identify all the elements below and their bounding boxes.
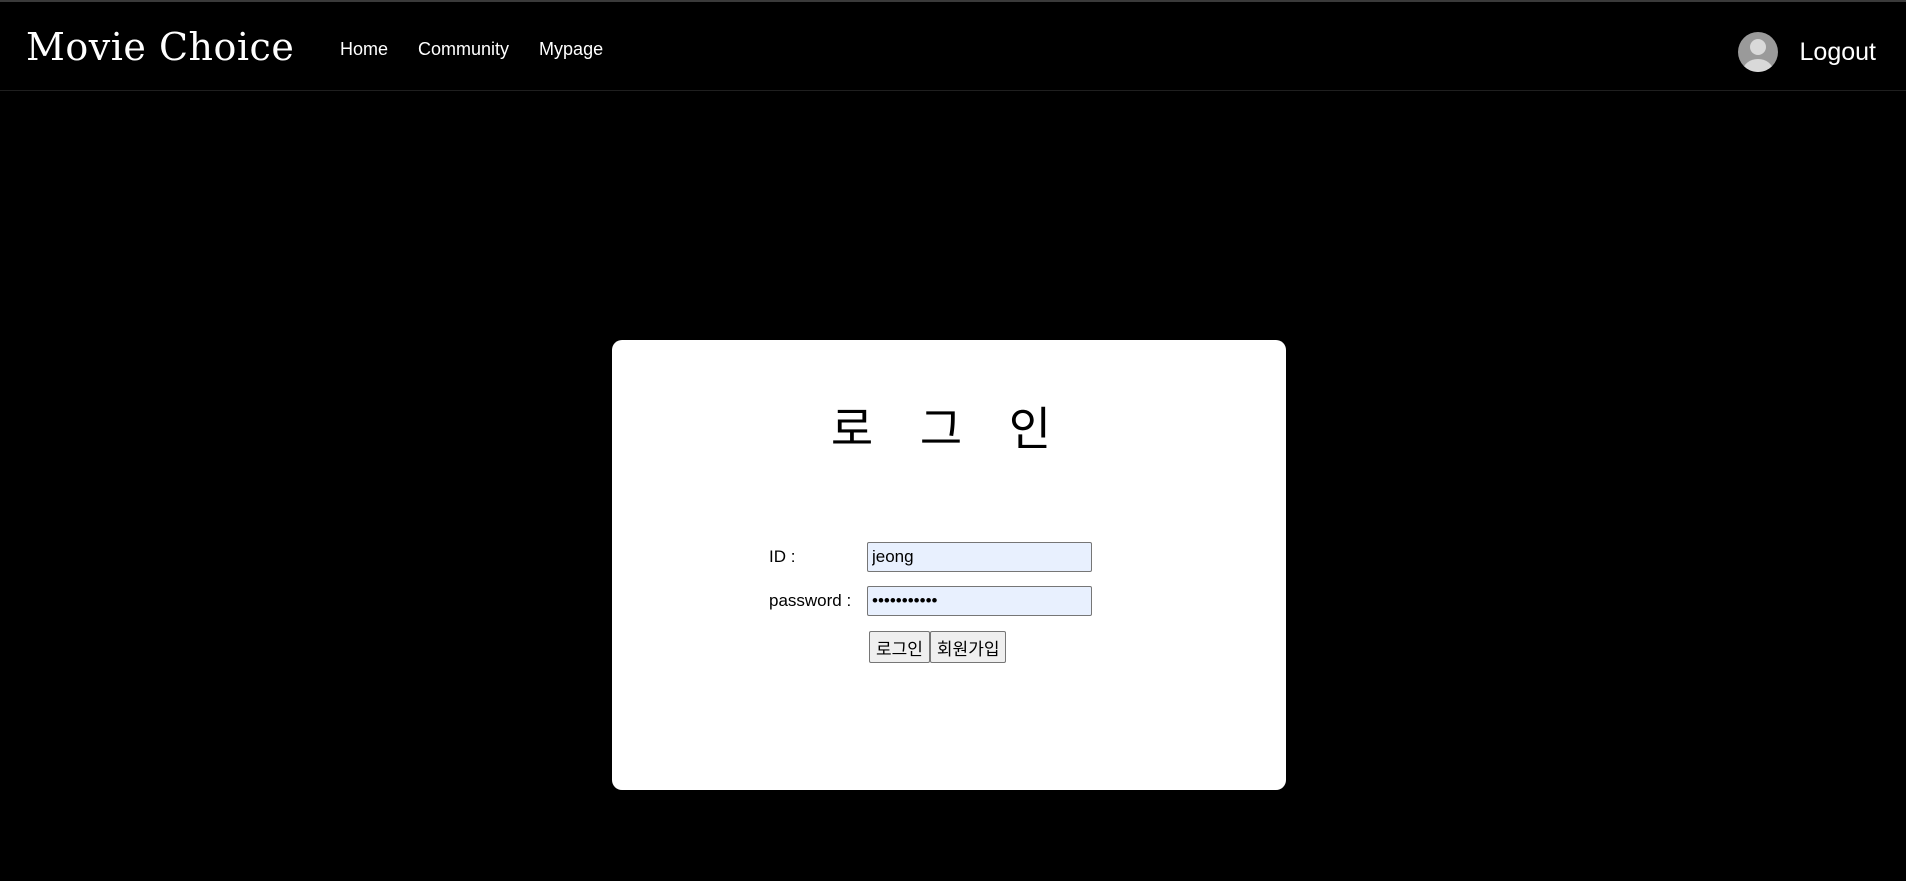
login-card: 로 그 인 ID : password : 로그인 회원가입 — [612, 340, 1286, 790]
id-label: ID : — [769, 547, 796, 566]
brand-logo[interactable]: Movie Choice — [26, 28, 294, 66]
logout-link[interactable]: Logout — [1800, 38, 1876, 67]
avatar-body-shape — [1742, 59, 1773, 72]
login-button[interactable]: 로그인 — [869, 631, 930, 663]
signup-button[interactable]: 회원가입 — [929, 631, 1007, 663]
id-input[interactable] — [867, 542, 1092, 572]
user-avatar-icon[interactable] — [1737, 32, 1778, 72]
id-row: ID : — [769, 542, 1092, 572]
avatar-head-shape — [1749, 39, 1766, 55]
main-nav: Home Community Mypage — [340, 40, 633, 58]
top-navigation-bar: Movie Choice Home Community Mypage Logou… — [0, 0, 1906, 91]
password-input[interactable] — [867, 586, 1092, 616]
password-label: password : — [769, 591, 852, 610]
nav-community-link[interactable]: Community — [418, 40, 509, 58]
login-buttons: 로그인 회원가입 — [869, 631, 1007, 663]
password-row: password : — [769, 586, 1092, 616]
login-title: 로 그 인 — [830, 402, 1068, 456]
nav-mypage-link[interactable]: Mypage — [539, 40, 603, 58]
user-area: Logout — [1737, 32, 1876, 72]
nav-home-link[interactable]: Home — [340, 40, 388, 58]
